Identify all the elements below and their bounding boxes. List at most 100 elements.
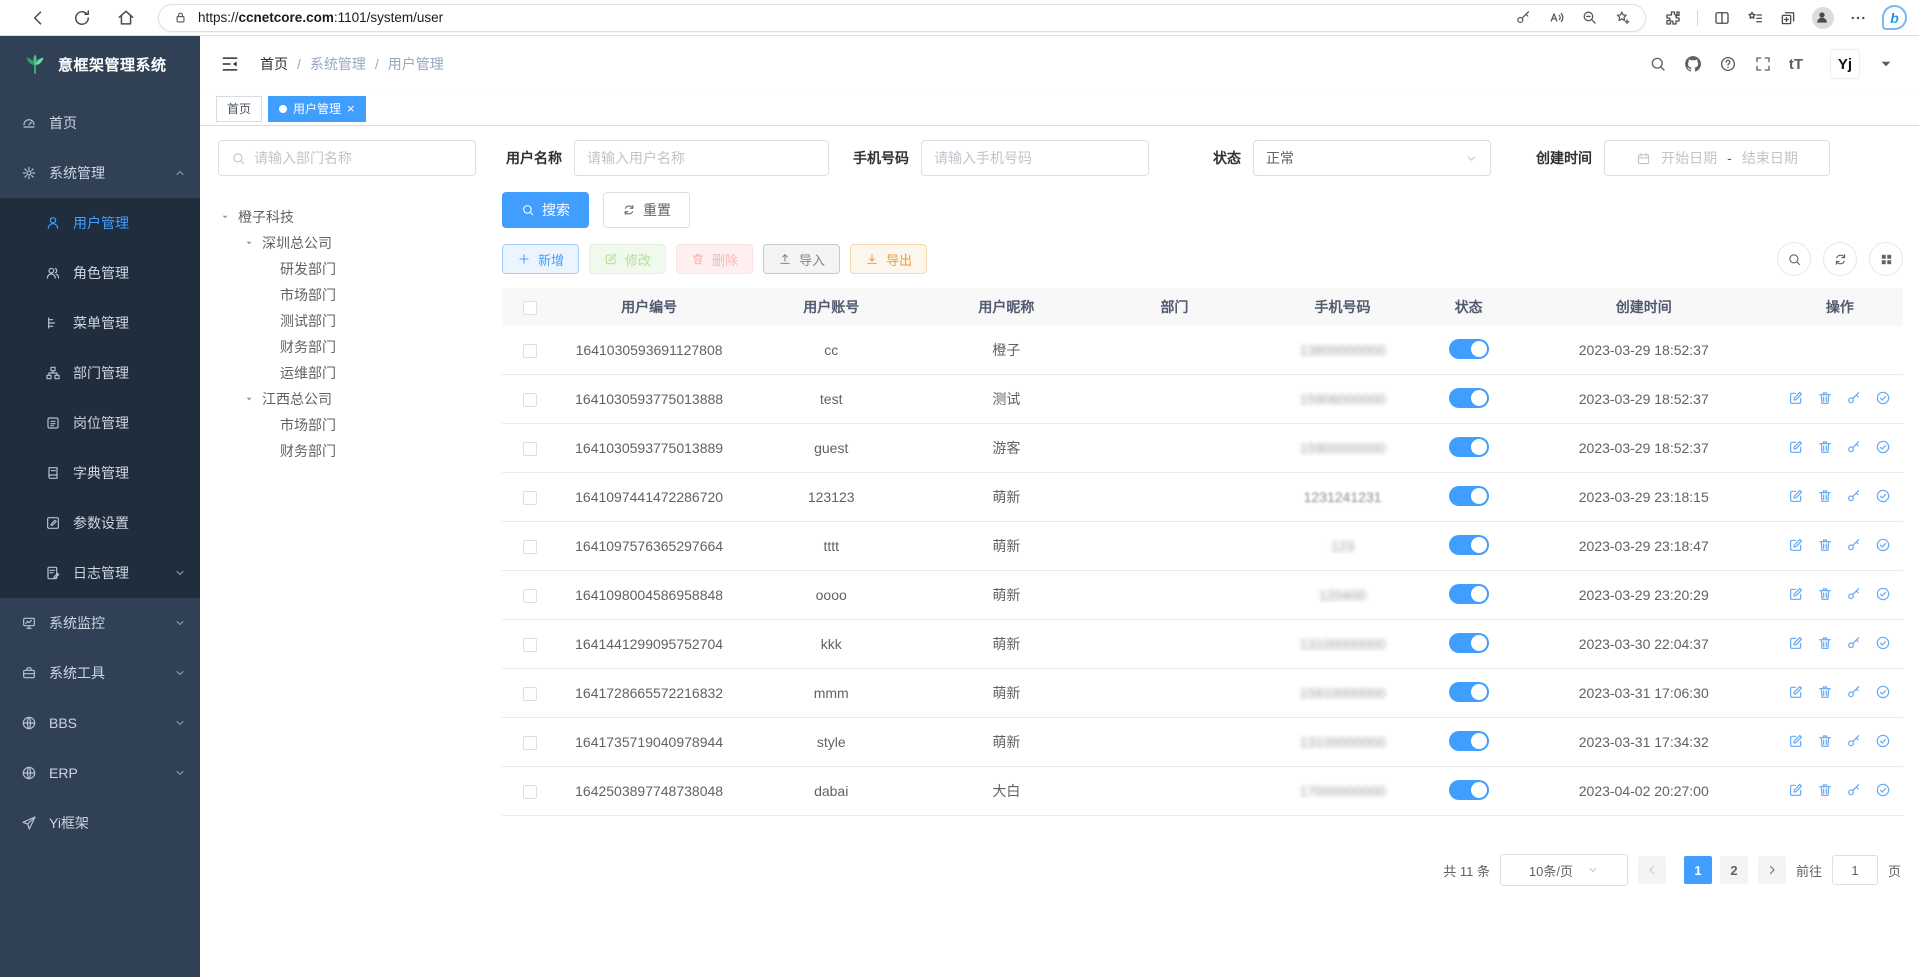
reset-button[interactable]: 重置 — [603, 192, 690, 228]
help-icon[interactable] — [1719, 55, 1737, 73]
delete-user-icon[interactable] — [1817, 537, 1833, 553]
sidebar-item-dict-mgmt[interactable]: 字典管理 — [0, 448, 200, 498]
sidebar-item-sys-tools[interactable]: 系统工具 — [0, 648, 200, 698]
assign-role-icon[interactable] — [1875, 537, 1891, 553]
sidebar-item-sys-monitor[interactable]: 系统监控 — [0, 598, 200, 648]
status-toggle[interactable] — [1449, 633, 1489, 653]
row-checkbox[interactable] — [523, 491, 537, 505]
sidebar-item-user-mgmt[interactable]: 用户管理 — [0, 198, 200, 248]
edit-user-icon[interactable] — [1788, 390, 1804, 406]
browser-profile-avatar[interactable] — [1812, 7, 1834, 29]
status-toggle[interactable] — [1449, 339, 1489, 359]
tree-node[interactable]: 江西总公司 — [218, 386, 502, 412]
status-toggle[interactable] — [1449, 388, 1489, 408]
sidebar-item-bbs[interactable]: BBS — [0, 698, 200, 748]
username-input[interactable]: 请输入用户名称 — [574, 140, 829, 176]
edit-user-icon[interactable] — [1788, 537, 1804, 553]
assign-role-icon[interactable] — [1875, 782, 1891, 798]
status-toggle[interactable] — [1449, 731, 1489, 751]
status-toggle[interactable] — [1449, 535, 1489, 555]
select-all-checkbox[interactable] — [523, 301, 537, 315]
sidebar-item-role-mgmt[interactable]: 角色管理 — [0, 248, 200, 298]
assign-role-icon[interactable] — [1875, 586, 1891, 602]
row-checkbox[interactable] — [523, 442, 537, 456]
search-icon[interactable] — [1649, 55, 1667, 73]
sidebar-item-post-mgmt[interactable]: 岗位管理 — [0, 398, 200, 448]
sidebar-item-erp[interactable]: ERP — [0, 748, 200, 798]
status-toggle[interactable] — [1449, 486, 1489, 506]
font-size-icon[interactable]: tT — [1789, 57, 1803, 72]
sidebar-item-param-settings[interactable]: 参数设置 — [0, 498, 200, 548]
delete-user-icon[interactable] — [1817, 586, 1833, 602]
date-range-input[interactable]: 开始日期 - 结束日期 — [1604, 140, 1830, 176]
page-size-select[interactable]: 10条/页 — [1500, 854, 1628, 886]
tree-node[interactable]: 市场部门 — [218, 282, 502, 308]
delete-user-icon[interactable] — [1817, 439, 1833, 455]
assign-role-icon[interactable] — [1875, 488, 1891, 504]
tree-node[interactable]: 测试部门 — [218, 308, 502, 334]
search-button[interactable]: 搜索 — [502, 192, 589, 228]
reset-password-icon[interactable] — [1846, 488, 1862, 504]
assign-role-icon[interactable] — [1875, 684, 1891, 700]
reset-password-icon[interactable] — [1846, 635, 1862, 651]
status-toggle[interactable] — [1449, 780, 1489, 800]
tree-caret-icon[interactable] — [244, 238, 254, 248]
row-checkbox[interactable] — [523, 736, 537, 750]
delete-user-icon[interactable] — [1817, 635, 1833, 651]
row-checkbox[interactable] — [523, 785, 537, 799]
tree-node[interactable]: 市场部门 — [218, 412, 502, 438]
status-toggle[interactable] — [1449, 682, 1489, 702]
tree-caret-icon[interactable] — [220, 212, 230, 222]
status-select[interactable]: 正常 — [1253, 140, 1491, 176]
status-toggle[interactable] — [1449, 584, 1489, 604]
edit-user-icon[interactable] — [1788, 635, 1804, 651]
delete-user-icon[interactable] — [1817, 782, 1833, 798]
sidebar-item-menu-mgmt[interactable]: 菜单管理 — [0, 298, 200, 348]
page-number-2[interactable]: 2 — [1720, 856, 1748, 884]
assign-role-icon[interactable] — [1875, 635, 1891, 651]
split-screen-icon[interactable] — [1713, 9, 1731, 27]
reset-password-icon[interactable] — [1846, 390, 1862, 406]
tree-caret-icon[interactable] — [244, 394, 254, 404]
reset-password-icon[interactable] — [1846, 684, 1862, 700]
close-tab-icon[interactable]: × — [347, 102, 355, 115]
edit-user-icon[interactable] — [1788, 488, 1804, 504]
copilot-icon[interactable]: b — [1882, 5, 1907, 30]
edit-user-icon[interactable] — [1788, 733, 1804, 749]
edit-user-icon[interactable] — [1788, 439, 1804, 455]
browser-refresh-icon[interactable] — [72, 8, 92, 28]
delete-user-icon[interactable] — [1817, 488, 1833, 504]
status-toggle[interactable] — [1449, 437, 1489, 457]
reset-password-icon[interactable] — [1846, 439, 1862, 455]
prev-page-button[interactable] — [1638, 856, 1666, 884]
delete-user-icon[interactable] — [1817, 684, 1833, 700]
delete-user-icon[interactable] — [1817, 390, 1833, 406]
tab-首页[interactable]: 首页 — [216, 96, 262, 122]
tree-node[interactable]: 运维部门 — [218, 360, 502, 386]
favorites-bar-icon[interactable] — [1746, 9, 1764, 27]
row-checkbox[interactable] — [523, 540, 537, 554]
sidebar-item-dept-mgmt[interactable]: 部门管理 — [0, 348, 200, 398]
browser-home-icon[interactable] — [116, 8, 136, 28]
address-bar[interactable]: https://ccnetcore.com:1101/system/user — [158, 4, 1646, 32]
next-page-button[interactable] — [1758, 856, 1786, 884]
sidebar-item-log-mgmt[interactable]: 日志管理 — [0, 548, 200, 598]
add-button[interactable]: 新增 — [502, 244, 579, 274]
password-key-icon[interactable] — [1515, 9, 1532, 26]
extensions-icon[interactable] — [1664, 9, 1682, 27]
row-checkbox[interactable] — [523, 638, 537, 652]
tree-node[interactable]: 深圳总公司 — [218, 230, 502, 256]
read-aloud-icon[interactable] — [1548, 9, 1565, 26]
goto-page-input[interactable]: 1 — [1832, 855, 1878, 885]
user-avatar[interactable]: Yj — [1830, 49, 1860, 79]
page-number-1[interactable]: 1 — [1684, 856, 1712, 884]
delete-button[interactable]: 删除 — [676, 244, 753, 274]
edit-user-icon[interactable] — [1788, 684, 1804, 700]
reset-password-icon[interactable] — [1846, 782, 1862, 798]
zoom-out-icon[interactable] — [1581, 9, 1598, 26]
row-checkbox[interactable] — [523, 589, 537, 603]
row-checkbox[interactable] — [523, 393, 537, 407]
caret-down-icon[interactable] — [1877, 55, 1895, 73]
reset-password-icon[interactable] — [1846, 733, 1862, 749]
import-button[interactable]: 导入 — [763, 244, 840, 274]
